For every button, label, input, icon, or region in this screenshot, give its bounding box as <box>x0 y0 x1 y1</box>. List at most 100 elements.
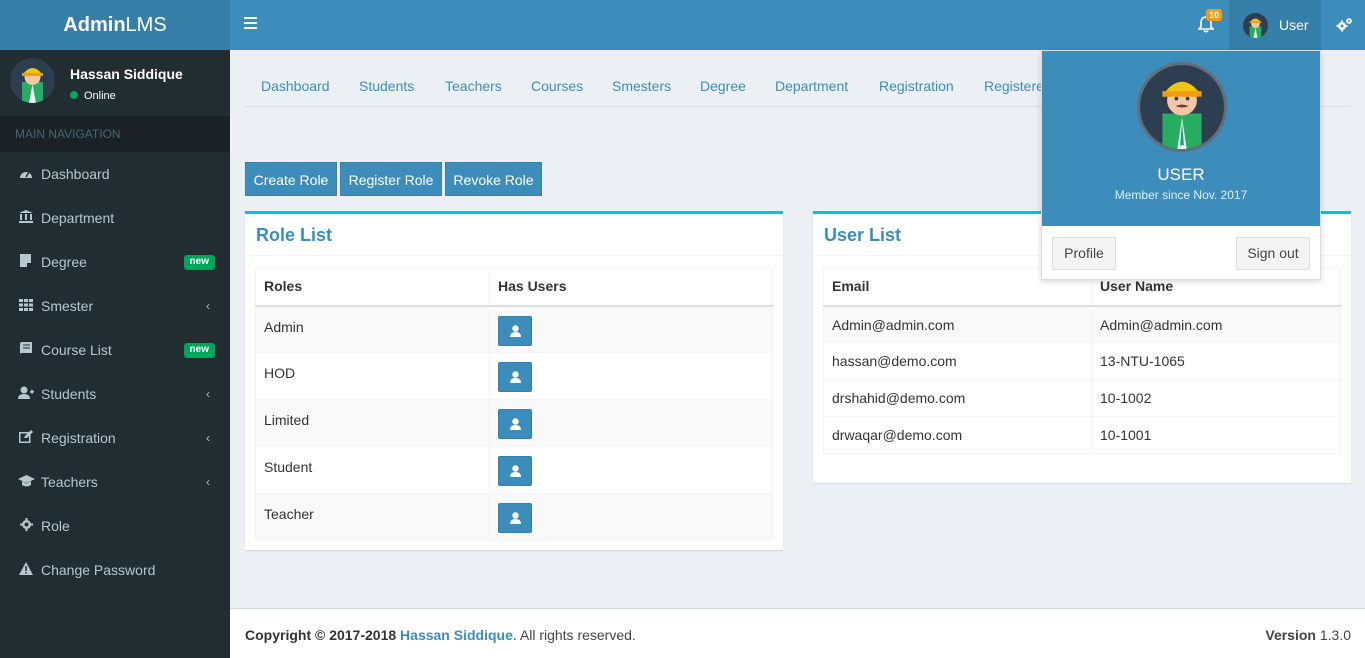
table-row: Admin@admin.com Admin@admin.com <box>823 305 1341 343</box>
user-email: drshahid@demo.com <box>823 379 1092 417</box>
user-email: Admin@admin.com <box>823 305 1092 343</box>
tab-smesters[interactable]: Smesters <box>612 78 671 94</box>
sidebar-item-change-password[interactable]: Change Password <box>0 548 230 592</box>
sidebar: AdminLMS Hassan Siddique Online MAIN NAV… <box>0 0 230 658</box>
tab-department[interactable]: Department <box>775 78 848 94</box>
user-panel-name: Hassan Siddique <box>70 66 183 82</box>
book-icon <box>18 241 34 285</box>
top-navbar: 10 User <box>230 0 1365 50</box>
user-dropdown-name: USER <box>1157 165 1205 184</box>
sidebar-item-smester[interactable]: Smester ‹ <box>0 284 230 328</box>
chevron-left-icon: ‹ <box>206 475 210 489</box>
footer: Copyright © 2017-2018 Hassan Siddique. A… <box>230 608 1365 658</box>
user-icon <box>510 371 521 383</box>
tab-students[interactable]: Students <box>359 78 414 94</box>
new-badge: new <box>183 343 215 358</box>
user-list-title: User List <box>824 225 902 245</box>
avatar <box>1137 62 1227 152</box>
user-plus-icon <box>18 373 34 417</box>
table-row: drwaqar@demo.com 10-1001 <box>823 416 1341 454</box>
col-header-has-users: Has Users <box>489 267 773 307</box>
sidebar-item-registration[interactable]: Registration ‹ <box>0 416 230 460</box>
role-list-box: Role List Roles Has Users Admin HOD Limi… <box>245 211 783 550</box>
sidebar-toggle-icon[interactable] <box>244 17 257 29</box>
user-menu-toggle[interactable]: User <box>1229 0 1321 50</box>
view-users-button[interactable] <box>498 362 532 392</box>
graduation-cap-icon <box>18 461 35 505</box>
user-dropdown-menu: USER Member since Nov. 2017 Profile Sign… <box>1041 50 1321 280</box>
tab-dashboard[interactable]: Dashboard <box>261 78 330 94</box>
notifications-count-badge: 10 <box>1206 9 1223 21</box>
book-icon <box>18 329 34 373</box>
chevron-left-icon: ‹ <box>206 387 210 401</box>
edit-icon <box>18 417 34 461</box>
sidebar-item-teachers[interactable]: Teachers ‹ <box>0 460 230 504</box>
role-name: Limited <box>255 399 490 447</box>
sidebar-item-role[interactable]: Role <box>0 504 230 548</box>
grid-icon <box>18 285 34 329</box>
dashboard-icon <box>18 153 34 197</box>
role-name: Admin <box>255 305 490 353</box>
user-menu-label: User <box>1279 17 1309 33</box>
tab-courses[interactable]: Courses <box>531 78 583 94</box>
gear-icon <box>18 505 34 549</box>
view-users-button[interactable] <box>498 409 532 439</box>
user-icon <box>510 512 521 524</box>
copyright: Copyright © 2017-2018 Hassan Siddique. A… <box>245 627 636 643</box>
user-icon <box>510 324 521 337</box>
table-row: drshahid@demo.com 10-1002 <box>823 379 1341 417</box>
user-username: Admin@admin.com <box>1091 305 1341 343</box>
view-users-button[interactable] <box>498 315 532 346</box>
table-row: HOD <box>255 352 773 400</box>
gears-icon[interactable] <box>1336 17 1354 33</box>
app-logo[interactable]: AdminLMS <box>0 0 230 50</box>
sidebar-item-dashboard[interactable]: Dashboard <box>0 152 230 196</box>
online-dot-icon <box>70 91 78 99</box>
user-dropdown-header: USER Member since Nov. 2017 <box>1042 51 1320 226</box>
user-table: Email User Name Admin@admin.com Admin@ad… <box>823 267 1341 454</box>
user-username: 10-1002 <box>1091 379 1341 417</box>
role-name: HOD <box>255 352 490 400</box>
member-since: Member since Nov. 2017 <box>1114 188 1248 202</box>
version: Version 1.3.0 <box>1265 627 1351 643</box>
sign-out-button[interactable]: Sign out <box>1236 237 1310 270</box>
user-icon <box>510 418 521 430</box>
revoke-role-button[interactable]: Revoke Role <box>445 162 542 196</box>
tab-registration[interactable]: Registration <box>879 78 954 94</box>
user-icon <box>510 465 521 477</box>
user-panel: Hassan Siddique Online <box>0 50 230 116</box>
role-list-title: Role List <box>256 225 333 245</box>
profile-button[interactable]: Profile <box>1052 237 1116 270</box>
table-row: hassan@demo.com 13-NTU-1065 <box>823 342 1341 380</box>
user-email: drwaqar@demo.com <box>823 416 1092 454</box>
chevron-left-icon: ‹ <box>206 431 210 445</box>
col-header-roles: Roles <box>255 267 490 307</box>
user-panel-status: Online <box>70 90 116 102</box>
view-users-button[interactable] <box>498 456 532 486</box>
sidebar-item-students[interactable]: Students ‹ <box>0 372 230 416</box>
role-table: Roles Has Users Admin HOD Limited Studen… <box>255 267 773 541</box>
table-row: Student <box>255 446 773 494</box>
user-email: hassan@demo.com <box>823 342 1092 380</box>
view-users-button[interactable] <box>498 503 532 533</box>
nav-header: MAIN NAVIGATION <box>0 116 230 152</box>
tab-teachers[interactable]: Teachers <box>445 78 502 94</box>
bank-icon <box>18 197 34 241</box>
sidebar-item-degree[interactable]: Degree new <box>0 240 230 284</box>
tab-degree[interactable]: Degree <box>700 78 746 94</box>
table-row: Admin <box>255 305 773 353</box>
table-row: Limited <box>255 399 773 447</box>
chevron-left-icon: ‹ <box>206 299 210 313</box>
new-badge: new <box>183 255 215 270</box>
sidebar-item-department[interactable]: Department <box>0 196 230 240</box>
role-name: Student <box>255 446 490 494</box>
avatar <box>1243 13 1268 38</box>
author-link[interactable]: Hassan Siddique <box>400 627 513 643</box>
sidebar-item-course-list[interactable]: Course List new <box>0 328 230 372</box>
user-username: 10-1001 <box>1091 416 1341 454</box>
user-username: 13-NTU-1065 <box>1091 342 1341 380</box>
role-name: Teacher <box>255 493 490 541</box>
create-role-button[interactable]: Create Role <box>245 162 337 196</box>
warning-icon <box>18 549 34 593</box>
register-role-button[interactable]: Register Role <box>340 162 442 196</box>
